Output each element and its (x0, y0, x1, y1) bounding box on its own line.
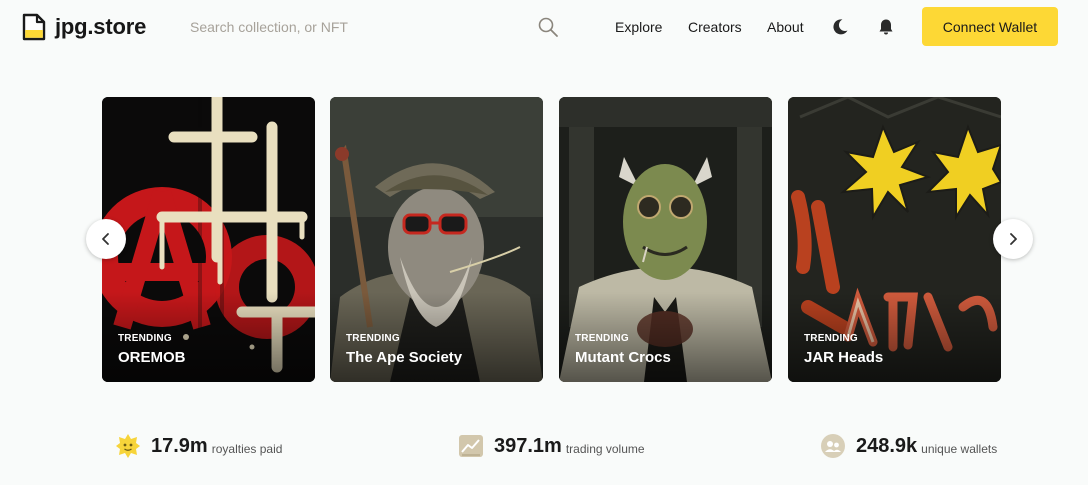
card-title: The Ape Society (346, 349, 463, 366)
nav-creators[interactable]: Creators (688, 19, 742, 35)
collection-card-oremob[interactable]: TRENDING OREMOB (102, 97, 315, 382)
card-trending-label: TRENDING (575, 333, 629, 344)
collection-card-jar-heads[interactable]: TRENDING JAR Heads (788, 97, 1001, 382)
wallet-group-icon (821, 434, 845, 458)
search-icon[interactable] (537, 16, 559, 38)
stat-label: unique wallets (921, 441, 998, 456)
card-trending-label: TRENDING (346, 333, 400, 344)
stat-value: 397.1m (494, 434, 562, 457)
logo-link[interactable]: jpg.store (22, 13, 146, 41)
stat-royalties: 17.9m royalties paid (115, 432, 282, 460)
top-nav-bar: jpg.store Explore Creators About Connect… (0, 0, 1088, 56)
stat-value: 17.9m (151, 434, 208, 457)
chevron-right-icon (1010, 233, 1017, 245)
card-trending-label: TRENDING (118, 333, 172, 344)
card-title: JAR Heads (804, 349, 884, 366)
search-input[interactable] (180, 14, 520, 40)
stat-value: 248.9k (856, 434, 918, 457)
card-trending-label: TRENDING (804, 333, 858, 344)
carousel-prev-button[interactable] (86, 219, 126, 259)
logo-text: jpg.store (55, 14, 147, 39)
trending-carousel: TRENDING OREMOB TRENDING The Ape Society… (0, 97, 1088, 382)
stat-label: trading volume (565, 441, 645, 456)
nav-about[interactable]: About (767, 19, 804, 35)
stat-label: royalties paid (211, 441, 283, 456)
bell-icon[interactable] (876, 17, 896, 37)
page: jpg.store Explore Creators About Connect… (0, 0, 1088, 485)
stat-trading-volume: 397.1m trading volume (458, 432, 645, 460)
sun-badge-icon (116, 434, 140, 458)
stat-unique-wallets: 248.9k unique wallets (820, 432, 997, 460)
connect-wallet-button[interactable]: Connect Wallet (922, 7, 1058, 46)
file-logo-icon (22, 13, 46, 41)
card-title: Mutant Crocs (575, 349, 671, 366)
card-title: OREMOB (118, 349, 186, 366)
collection-card-mutant-crocs[interactable]: TRENDING Mutant Crocs (559, 97, 772, 382)
collection-card-the-ape-society[interactable]: TRENDING The Ape Society (330, 97, 543, 382)
chart-icon (459, 435, 483, 457)
chevron-left-icon (102, 233, 109, 245)
moon-icon[interactable] (830, 17, 850, 37)
nav-explore[interactable]: Explore (615, 19, 662, 35)
carousel-next-button[interactable] (993, 219, 1033, 259)
